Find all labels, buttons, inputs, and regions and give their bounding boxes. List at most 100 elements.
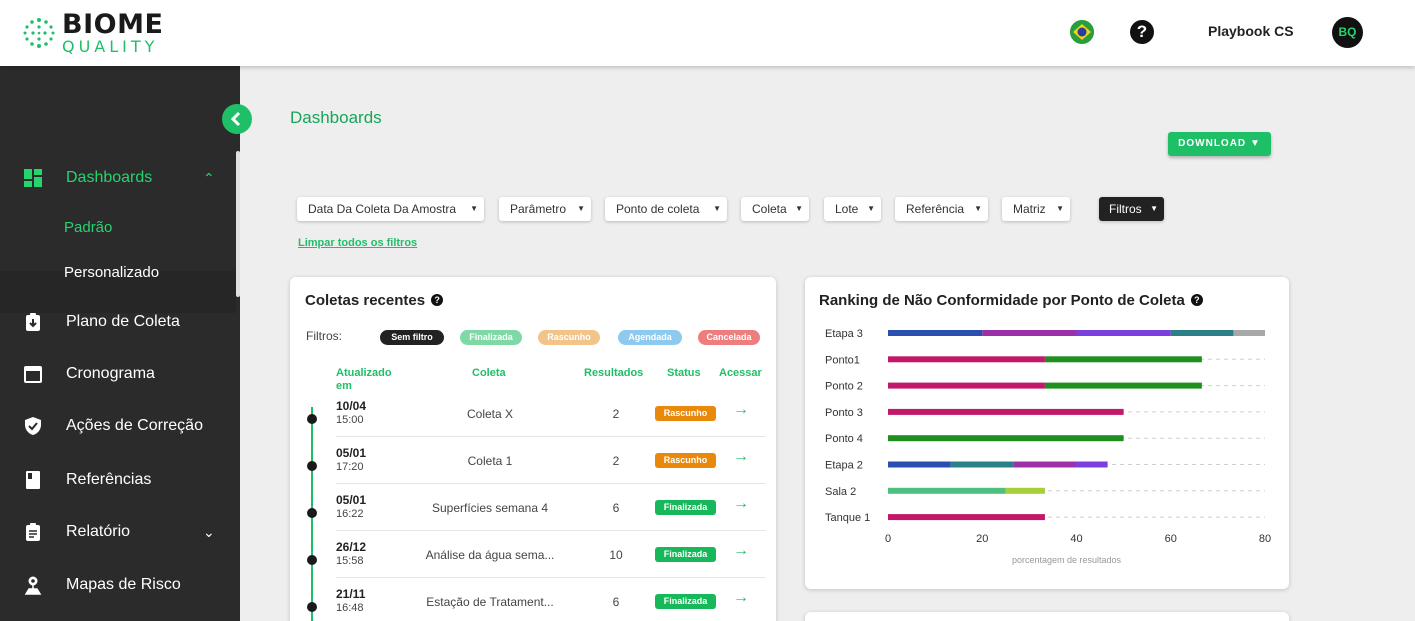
recent-collections-card: Coletas recentes? Filtros: Sem filtro Fi… (290, 277, 776, 621)
bar-segment (1076, 461, 1108, 468)
arrow-right-icon[interactable]: → (733, 542, 749, 560)
bar-segment (1076, 330, 1171, 336)
filter-label: Matriz (1013, 202, 1046, 216)
table-row[interactable]: 05/01 16:22 Superfícies semana 4 6 Final… (290, 484, 776, 531)
sidebar-item-plano-de-coleta[interactable]: Plano de Coleta (0, 302, 236, 342)
bar-segment (1233, 330, 1265, 336)
filter-filtros[interactable]: Filtros ▼ (1099, 197, 1164, 221)
sidebar-subitem-personalizado[interactable]: Personalizado (64, 264, 159, 281)
filter-referencia[interactable]: Referência ▼ (895, 197, 988, 221)
download-label: DOWNLOAD (1178, 138, 1247, 149)
column-header-coleta[interactable]: Coleta (472, 367, 506, 379)
help-icon[interactable]: ? (1130, 20, 1154, 44)
sidebar-scrollbar[interactable] (236, 151, 240, 297)
sidebar-item-dashboards[interactable]: Dashboards ⌃ (0, 158, 236, 198)
sidebar-item-label: Ações de Correção (66, 417, 203, 434)
row-results: 10 (609, 548, 623, 562)
sidebar-subitem-padrao[interactable]: Padrão (64, 219, 112, 236)
table-row[interactable]: 05/01 17:20 Coleta 1 2 Rascunho → (290, 437, 776, 484)
timeline-dot (307, 602, 317, 612)
table-row[interactable]: 10/04 15:00 Coleta X 2 Rascunho → (290, 390, 776, 437)
filter-lote[interactable]: Lote ▼ (824, 197, 881, 221)
sidebar-item-relatorio[interactable]: Relatório ⌄ (0, 512, 236, 552)
arrow-right-icon[interactable]: → (733, 495, 749, 513)
bar-segment (1044, 382, 1202, 389)
caret-down-icon: ▼ (1249, 138, 1261, 149)
caret-down-icon: ▼ (795, 204, 803, 213)
timeline-dot (307, 555, 317, 565)
bar-segment (888, 435, 1124, 442)
arrow-right-icon[interactable]: → (733, 401, 749, 419)
recent-title: Coletas recentes (305, 292, 426, 309)
collapse-sidebar-button[interactable] (222, 104, 252, 134)
filter-parametro[interactable]: Parâmetro ▼ (499, 197, 591, 221)
column-header-access[interactable]: Acessar (719, 367, 762, 379)
row-name: Coleta X (466, 407, 514, 421)
status-badge: Finalizada (655, 500, 716, 515)
filter-coleta[interactable]: Coleta ▼ (741, 197, 809, 221)
caret-down-icon: ▼ (577, 204, 585, 213)
table-row[interactable]: 26/12 15:58 Análise da água sema... 10 F… (290, 531, 776, 578)
timeline-dot (307, 461, 317, 471)
status-badge: Rascunho (655, 453, 716, 468)
bar-segment (1013, 461, 1077, 468)
avatar[interactable]: BQ (1332, 17, 1363, 48)
chevron-up-icon: ⌃ (203, 169, 215, 186)
x-tick-label: 20 (976, 533, 988, 545)
y-tick-label: Ponto 3 (825, 407, 863, 419)
bar-segment (888, 382, 1045, 389)
table-row[interactable]: 21/11 16:48 Estação de Tratament... 6 Fi… (290, 578, 776, 621)
ranking-bar-chart: Etapa 3 Ponto1 Ponto 2 Ponto 3 Ponto 4 Etapa … (825, 328, 1271, 565)
filter-ponto-de-coleta[interactable]: Ponto de coleta ▼ (605, 197, 727, 221)
help-icon[interactable]: ? (431, 294, 444, 306)
caret-down-icon: ▼ (1056, 204, 1064, 213)
sidebar-item-cronograma[interactable]: Cronograma (0, 354, 236, 394)
row-date: 26/12 (336, 540, 367, 554)
bar-segment (888, 514, 1045, 521)
brand-logo[interactable]: BIOME QUALITY (22, 10, 163, 56)
workspace-name[interactable]: Playbook CS (1208, 23, 1294, 39)
status-badge: Rascunho (655, 406, 716, 421)
sidebar-item-label: Mapas de Risco (66, 576, 181, 593)
chip-cancelada[interactable]: Cancelada (698, 330, 760, 345)
chip-agendada[interactable]: Agendada (618, 330, 682, 345)
logo-sub-text: QUALITY (62, 37, 159, 56)
row-name: Estação de Tratament... (426, 595, 554, 609)
download-button[interactable]: DOWNLOAD ▼ (1168, 132, 1271, 156)
arrow-right-icon[interactable]: → (733, 589, 749, 607)
sidebar-item-mapas-de-risco[interactable]: Mapas de Risco (0, 565, 236, 605)
y-tick-label: Ponto1 (825, 354, 860, 366)
y-tick-label: Ponto 4 (825, 433, 863, 445)
row-results: 2 (612, 407, 620, 421)
top-bar: BIOME QUALITY ? Playbook CS BQ (0, 0, 1415, 66)
row-date: 05/01 (336, 493, 367, 507)
x-axis-label: porcentagem de resultados (1012, 555, 1122, 565)
brazil-flag-icon[interactable] (1070, 20, 1094, 44)
clear-filters-link[interactable]: Limpar todos os filtros (298, 237, 417, 249)
clipboard-download-icon (26, 313, 40, 331)
sidebar: Dashboards ⌃ Padrão Personalizado Plano … (0, 66, 240, 621)
y-tick-label: Sala 2 (825, 486, 856, 498)
filter-data-da-coleta[interactable]: Data Da Coleta Da Amostra ▼ (297, 197, 484, 221)
timeline-dot (307, 414, 317, 424)
filter-label: Referência (906, 202, 965, 216)
clipboard-list-icon (26, 523, 40, 541)
sidebar-item-acoes-de-correcao[interactable]: Ações de Correção (0, 406, 236, 446)
filter-matriz[interactable]: Matriz ▼ (1002, 197, 1070, 221)
shield-check-icon (25, 417, 41, 435)
page-title: Dashboards (290, 108, 382, 127)
arrow-right-icon[interactable]: → (733, 448, 749, 466)
filter-label: Filtros (1109, 202, 1142, 216)
chip-finalizada[interactable]: Finalizada (460, 330, 522, 345)
status-filters-label: Filtros: (306, 329, 342, 343)
chip-sem-filtro[interactable]: Sem filtro (380, 330, 444, 345)
dashboard-icon (24, 169, 42, 187)
row-time: 15:00 (336, 414, 364, 426)
chevron-left-icon (230, 111, 241, 127)
sidebar-item-referencias[interactable]: Referências (0, 460, 236, 500)
chip-rascunho[interactable]: Rascunho (538, 330, 600, 345)
caret-down-icon: ▼ (1150, 204, 1158, 213)
column-header-results[interactable]: Resultados (584, 367, 643, 379)
column-header-status[interactable]: Status (667, 367, 701, 379)
row-results: 2 (612, 454, 620, 468)
